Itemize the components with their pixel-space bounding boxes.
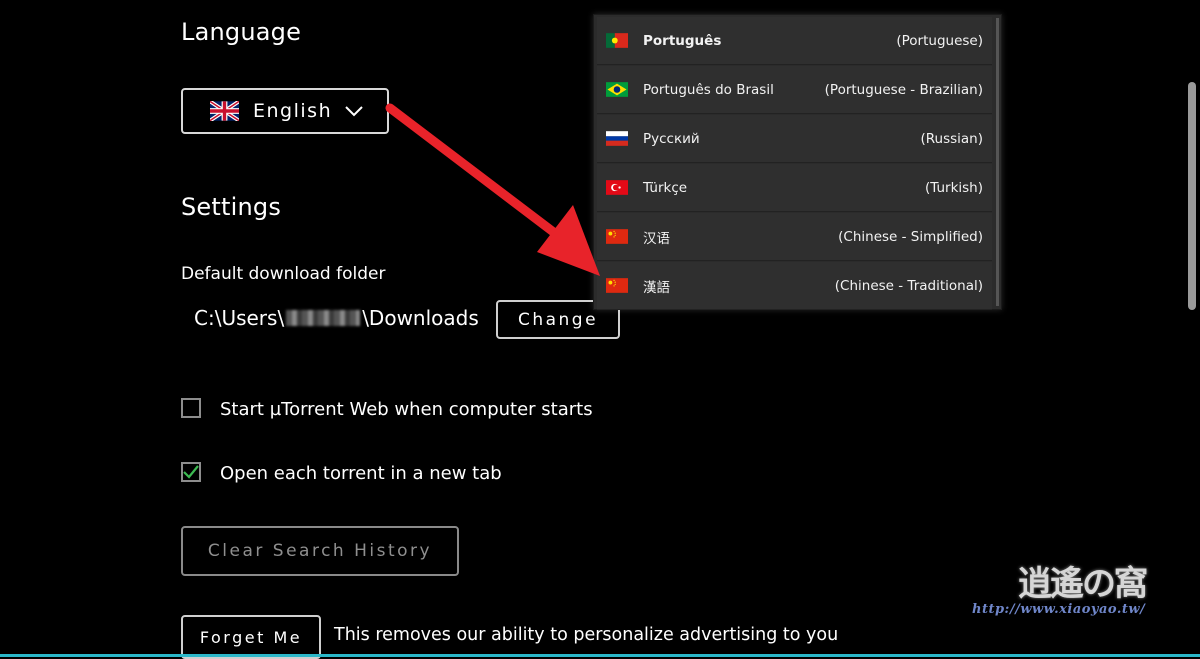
page-scrollbar[interactable]: [1188, 82, 1196, 310]
watermark-url: http://www.xiaoyao.tw/: [972, 602, 1146, 617]
watermark-logo: 逍遙の窩: [1018, 564, 1148, 604]
